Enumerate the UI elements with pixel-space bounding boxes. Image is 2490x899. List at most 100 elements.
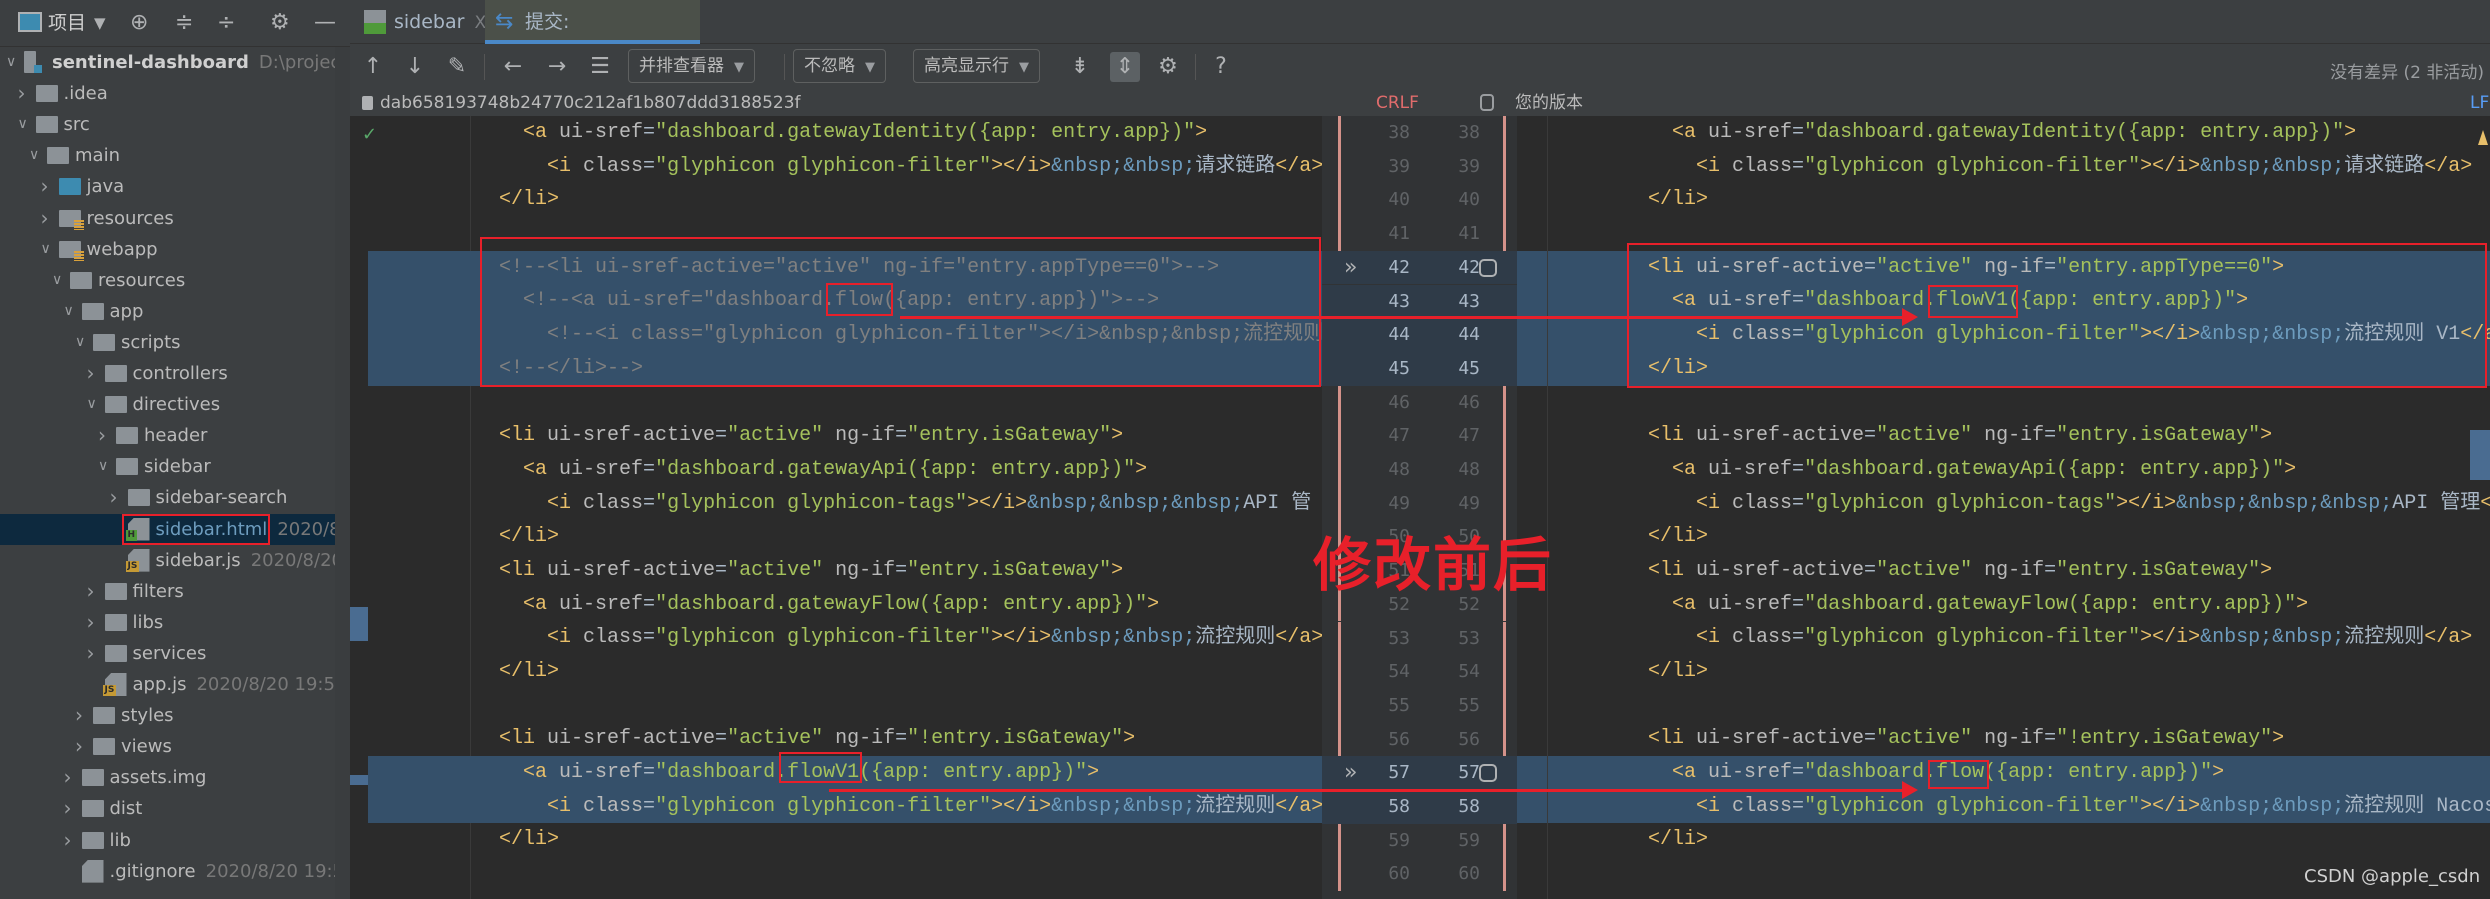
locate-file-icon[interactable]: ⊕ [130, 10, 148, 36]
tree-item[interactable]: › sidebar-search [0, 482, 350, 513]
chevron-right-icon[interactable]: › [18, 78, 26, 109]
collapse-unchanged-icon[interactable]: ⇟ [1065, 52, 1095, 82]
code-line[interactable]: <a ui-sref="dashboard.gatewayApi({app: e… [368, 453, 1322, 487]
chevron-down-icon[interactable]: ∨ [29, 140, 39, 171]
code-line[interactable]: </li> [368, 655, 1322, 689]
chevron-right-icon[interactable]: › [64, 793, 72, 824]
forward-icon[interactable]: → [542, 52, 572, 82]
tree-item[interactable]: ∨ main [0, 140, 350, 171]
highlight-dropdown[interactable]: 高亮显示行 ▼ [913, 49, 1040, 83]
code-line[interactable]: <i class="glyphicon glyphicon-tags"></i>… [1517, 487, 2490, 521]
viewer-dropdown[interactable]: 并排查看器 ▼ [628, 49, 755, 83]
code-line[interactable]: <a ui-sref="dashboard.gatewayFlow({app: … [1517, 588, 2490, 622]
chevron-right-icon[interactable]: › [98, 420, 106, 451]
code-line[interactable]: </li> [1517, 183, 2490, 217]
code-line[interactable] [368, 386, 1322, 420]
left-line-ending[interactable]: CRLF [1376, 90, 1419, 116]
include-change-checkbox[interactable] [1479, 258, 1497, 277]
project-view-label[interactable]: 项目 [48, 10, 86, 36]
code-line[interactable]: </li> [368, 520, 1322, 554]
tree-item[interactable]: ∨ app [0, 296, 350, 327]
project-view-icon[interactable] [18, 12, 42, 32]
code-line[interactable]: </li> [368, 823, 1322, 857]
code-line[interactable]: </li> [1517, 823, 2490, 857]
chevron-right-icon[interactable]: › [64, 825, 72, 856]
code-line[interactable]: <li ui-sref-active="active" ng-if="entry… [368, 419, 1322, 453]
tree-item[interactable]: › controllers [0, 358, 350, 389]
settings-icon[interactable]: ⚙ [1153, 52, 1183, 82]
chevron-down-icon[interactable]: ∨ [98, 451, 108, 482]
code-line[interactable] [1517, 386, 2490, 420]
tree-item[interactable]: › lib [0, 825, 350, 856]
code-line[interactable]: <i class="glyphicon glyphicon-filter"></… [368, 621, 1322, 655]
chevron-down-icon[interactable]: ∨ [6, 47, 16, 78]
next-difference-icon[interactable]: ↓ [400, 52, 430, 82]
chevron-right-icon[interactable]: › [110, 482, 118, 513]
chevron-right-icon[interactable]: › [75, 700, 83, 731]
tree-item[interactable]: › header [0, 420, 350, 451]
tree-item[interactable]: › java [0, 171, 350, 202]
chevron-down-icon[interactable]: ∨ [52, 265, 62, 296]
tree-item[interactable]: Hsidebar.html2020/8/2 [0, 513, 350, 545]
hide-icon[interactable]: — [314, 10, 336, 36]
chevron-right-icon[interactable]: › [87, 638, 95, 669]
tab-sidebar[interactable]: sidebar X [354, 0, 486, 44]
chevron-right-icon[interactable]: › [87, 576, 95, 607]
chevron-down-icon[interactable]: ∨ [64, 296, 74, 327]
help-button[interactable]: ? [1206, 52, 1236, 82]
code-line[interactable]: </li> [368, 183, 1322, 217]
right-line-ending[interactable]: LF [2470, 90, 2489, 116]
tab-commit-sidebar-html[interactable]: ⇆ 提交: sidebar.htmlX [485, 0, 700, 77]
collapse-all-icon[interactable]: ÷ [217, 10, 235, 36]
chevron-right-icon[interactable]: › [41, 203, 49, 234]
apply-change-icon[interactable]: » [1344, 251, 1357, 285]
sync-scroll-icon[interactable]: ⇕ [1110, 52, 1140, 82]
right-editor[interactable]: <a ui-sref="dashboard.gatewayIdentity({a… [1517, 116, 2490, 891]
tree-item[interactable]: ∨ scripts [0, 327, 350, 358]
scrollbar-marker[interactable] [2470, 430, 2490, 480]
tree-item[interactable]: ∨ src [0, 109, 350, 140]
tree-item[interactable]: › views [0, 731, 350, 762]
checkbox-icon[interactable] [1480, 94, 1494, 111]
code-line[interactable]: <li ui-sref-active="active" ng-if="!entr… [1517, 722, 2490, 756]
code-line[interactable]: <i class="glyphicon glyphicon-filter"></… [1517, 150, 2490, 184]
code-line[interactable]: <li ui-sref-active="active" ng-if="entry… [1517, 419, 2490, 453]
code-line[interactable]: <li ui-sref-active="active" ng-if="!entr… [368, 722, 1322, 756]
chevron-down-icon[interactable]: ∨ [75, 327, 85, 358]
back-icon[interactable]: ← [498, 52, 528, 82]
code-line[interactable]: <i class="glyphicon glyphicon-filter"></… [368, 789, 1322, 824]
expand-all-icon[interactable]: ≑ [175, 10, 193, 36]
tree-item[interactable]: ∨ directives [0, 389, 350, 420]
chevron-right-icon[interactable]: › [64, 762, 72, 793]
code-line[interactable]: <i class="glyphicon glyphicon-filter"></… [1517, 789, 2490, 824]
tree-item[interactable]: › filters [0, 576, 350, 607]
code-line[interactable]: <a ui-sref="dashboard.gatewayIdentity({a… [1517, 116, 2490, 150]
tree-item[interactable]: ∨ webapp [0, 234, 350, 265]
chevron-down-icon[interactable]: ∨ [18, 109, 28, 140]
edit-source-icon[interactable]: ✎ [442, 52, 472, 82]
apply-change-icon[interactable]: » [1344, 756, 1357, 790]
tree-item[interactable]: ∨ resources [0, 265, 350, 296]
include-change-checkbox[interactable] [1479, 764, 1497, 783]
chevron-right-icon[interactable]: › [87, 358, 95, 389]
sidebar-scrollbar[interactable] [335, 47, 350, 899]
tree-item[interactable]: › libs [0, 607, 350, 638]
list-icon[interactable]: ☰ [585, 52, 615, 82]
tree-item[interactable]: › .idea [0, 78, 350, 109]
code-line[interactable]: <a ui-sref="dashboard.gatewayApi({app: e… [1517, 453, 2490, 487]
tree-item[interactable]: › dist [0, 793, 350, 824]
code-line[interactable]: <a ui-sref="dashboard.gatewayIdentity({a… [368, 116, 1322, 150]
tree-item[interactable]: › assets.img [0, 762, 350, 793]
tree-item[interactable]: ∨sentinel-dashboardD:\project_tes [0, 47, 350, 78]
gear-icon[interactable]: ⚙ [270, 10, 290, 36]
chevron-right-icon[interactable]: › [41, 171, 49, 202]
whitespace-dropdown[interactable]: 不忽略 ▼ [793, 49, 886, 83]
tree-item[interactable]: JS sidebar.js 2020/8/20 1 [0, 545, 350, 576]
code-line[interactable] [1517, 689, 2490, 723]
code-line[interactable]: <i class="glyphicon glyphicon-tags"></i>… [368, 487, 1322, 521]
code-line[interactable]: <li ui-sref-active="active" ng-if="entry… [1517, 554, 2490, 588]
code-line[interactable]: <a ui-sref="dashboard.flow({app: entry.a… [1517, 756, 2490, 790]
code-line[interactable]: </li> [1517, 520, 2490, 554]
code-line[interactable] [368, 857, 1322, 891]
previous-difference-icon[interactable]: ↑ [358, 52, 388, 82]
